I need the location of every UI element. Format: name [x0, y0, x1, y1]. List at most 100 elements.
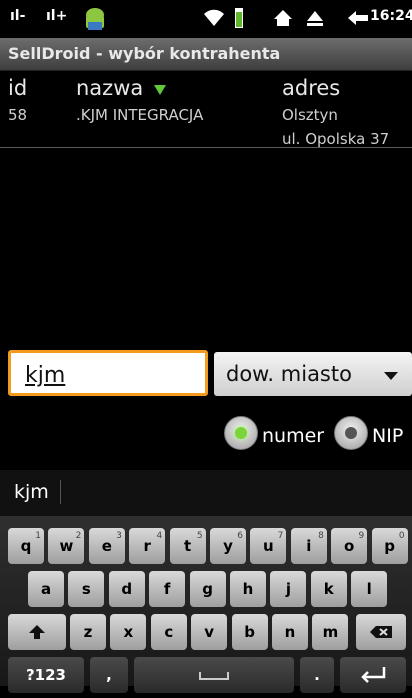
search-input-value: kjm — [25, 363, 66, 388]
key-label: c — [164, 623, 174, 641]
suggestion-word[interactable]: kjm — [14, 481, 49, 503]
key-label: n — [284, 623, 296, 641]
home-icon — [274, 10, 292, 26]
title-bar: SellDroid - wybór kontrahenta — [0, 38, 412, 71]
key-a[interactable]: a — [28, 571, 64, 607]
comma-key[interactable]: , — [90, 657, 128, 693]
chevron-down-icon — [384, 372, 398, 380]
backspace-key[interactable] — [356, 614, 406, 650]
key-label: a — [40, 580, 52, 598]
key-y[interactable]: y6 — [210, 528, 246, 564]
enter-icon — [361, 667, 386, 683]
shift-icon — [29, 625, 45, 639]
key-z[interactable]: z — [70, 614, 106, 650]
key-label: w — [59, 537, 74, 555]
key-label: s — [81, 580, 91, 598]
search-input[interactable]: kjm — [8, 350, 208, 396]
key-alt-label: 2 — [75, 531, 82, 541]
key-q[interactable]: q1 — [8, 528, 44, 564]
key-label: u — [263, 537, 274, 555]
radio-selected-dot — [235, 427, 247, 439]
key-label: , — [106, 666, 112, 684]
shift-key[interactable] — [8, 614, 66, 650]
key-label: q — [20, 537, 32, 555]
radio-nip[interactable] — [334, 416, 368, 450]
key-x[interactable]: x — [110, 614, 147, 650]
key-l[interactable]: l — [351, 571, 388, 607]
key-i[interactable]: i8 — [290, 528, 327, 564]
key-label: i — [306, 537, 312, 555]
row-divider — [0, 147, 412, 148]
battery-icon — [235, 8, 243, 28]
key-alt-label: 8 — [318, 531, 324, 541]
eject-icon — [307, 11, 323, 26]
key-alt-label: 4 — [156, 531, 163, 541]
key-label: d — [121, 580, 133, 598]
key-alt-label: 5 — [196, 531, 203, 541]
radio-unselected-dot — [345, 427, 357, 439]
key-label: b — [244, 623, 255, 641]
key-b[interactable]: b — [231, 614, 268, 650]
back-arrow-icon — [348, 11, 368, 25]
key-p[interactable]: p0 — [371, 528, 408, 564]
key-u[interactable]: u7 — [250, 528, 287, 564]
key-j[interactable]: j — [270, 571, 307, 607]
key-o[interactable]: o9 — [331, 528, 368, 564]
key-h[interactable]: h — [230, 571, 266, 607]
key-alt-label: 0 — [398, 531, 405, 541]
column-header-nazwa[interactable]: nazwa — [76, 76, 166, 100]
clock: 16:24 — [370, 8, 412, 24]
key-label: o — [344, 537, 355, 555]
key-m[interactable]: m — [312, 614, 349, 650]
key-k[interactable]: k — [310, 571, 347, 607]
key-label: ?123 — [25, 666, 66, 684]
filter-dropdown[interactable]: dow. miasto — [214, 352, 412, 396]
key-label: p — [384, 537, 395, 555]
enter-key[interactable] — [340, 657, 406, 693]
radio-numer-label[interactable]: numer — [262, 425, 324, 447]
key-g[interactable]: g — [189, 571, 226, 607]
usb-icon: ıl- — [10, 8, 26, 24]
key-c[interactable]: c — [150, 614, 187, 650]
key-label: v — [204, 623, 215, 641]
row-adres-line2: ul. Opolska 37 — [282, 130, 390, 148]
key-label: m — [322, 623, 339, 641]
sort-arrow-icon — [153, 85, 166, 95]
space-icon — [199, 672, 229, 680]
key-s[interactable]: s — [68, 571, 105, 607]
period-key[interactable]: . — [300, 657, 334, 693]
row-nazwa: .KJM INTEGRACJA — [76, 106, 204, 124]
radio-numer[interactable] — [224, 416, 258, 450]
key-f[interactable]: f — [149, 571, 186, 607]
column-header-id[interactable]: id — [8, 76, 27, 100]
space-key[interactable] — [134, 657, 294, 693]
key-r[interactable]: r4 — [129, 528, 166, 564]
key-label: f — [163, 580, 171, 598]
status-bar: ıl- ıl+ 16:24 — [0, 0, 412, 38]
key-n[interactable]: n — [272, 614, 308, 650]
symbols-key[interactable]: ?123 — [8, 657, 84, 693]
backspace-icon — [370, 626, 392, 638]
column-header-adres[interactable]: adres — [282, 76, 340, 100]
key-label: j — [285, 580, 291, 598]
usb-debug-icon: ıl+ — [46, 8, 68, 24]
key-label: . — [314, 666, 320, 684]
key-t[interactable]: t5 — [169, 528, 206, 564]
key-alt-label: 7 — [277, 531, 284, 541]
key-alt-label: 1 — [35, 531, 41, 541]
key-v[interactable]: v — [191, 614, 228, 650]
key-alt-label: 6 — [237, 531, 243, 541]
android-icon — [86, 8, 104, 30]
key-label: r — [143, 537, 151, 555]
key-label: g — [202, 580, 213, 598]
radio-nip-label[interactable]: NIP — [372, 425, 403, 447]
key-label: z — [83, 623, 93, 641]
page-title: SellDroid - wybór kontrahenta — [8, 44, 281, 63]
key-w[interactable]: w2 — [48, 528, 85, 564]
key-label: h — [242, 580, 254, 598]
key-e[interactable]: e3 — [88, 528, 125, 564]
row-id: 58 — [8, 106, 28, 124]
filter-dropdown-value: dow. miasto — [226, 362, 352, 386]
wifi-icon — [204, 9, 224, 26]
key-d[interactable]: d — [108, 571, 145, 607]
